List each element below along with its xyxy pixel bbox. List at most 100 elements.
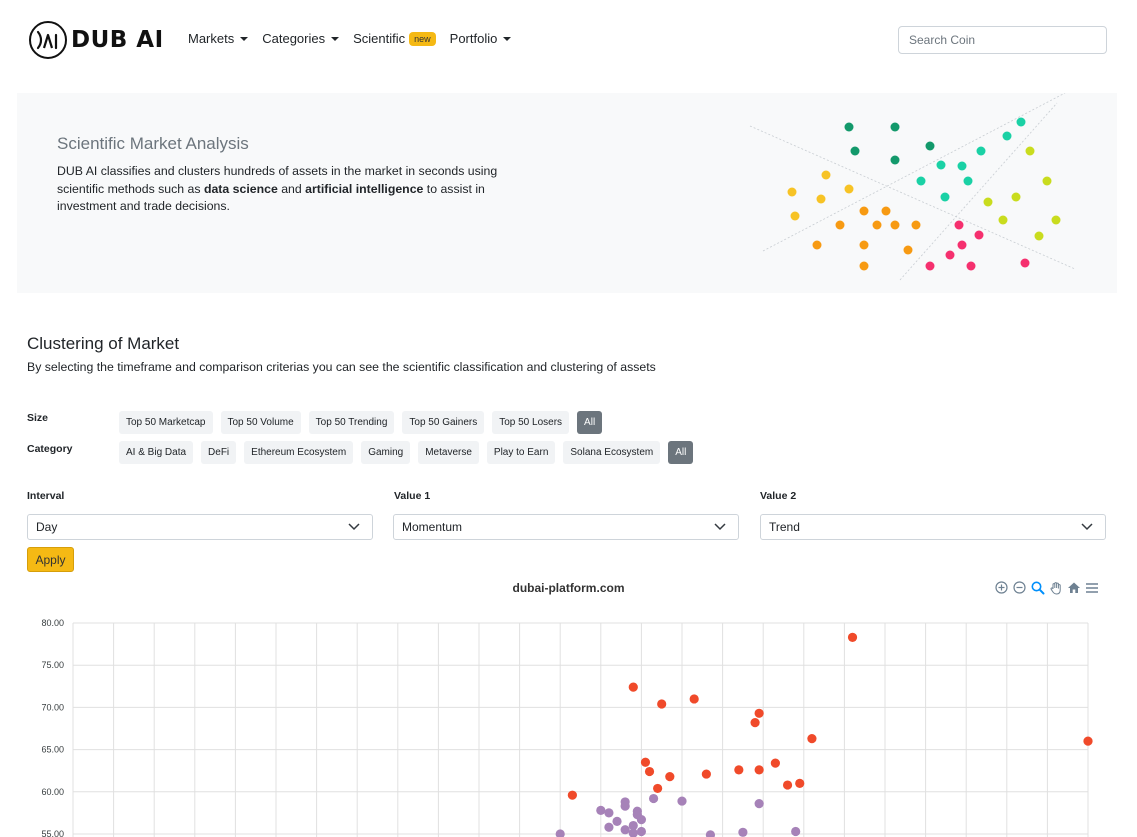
category-chip[interactable]: DeFi <box>201 441 237 464</box>
scatter-point[interactable] <box>657 699 667 709</box>
nav-categories[interactable]: Categories <box>262 31 340 46</box>
y-tick-label: 65.00 <box>41 745 64 755</box>
navbar: DUB AI Markets Categories Scientific new… <box>0 0 1137 80</box>
scatter-point[interactable] <box>689 694 699 704</box>
chevron-down-icon <box>1081 523 1093 531</box>
interval-select[interactable]: Day <box>27 514 373 540</box>
scatter-point[interactable] <box>734 765 744 775</box>
category-chip[interactable]: Gaming <box>361 441 411 464</box>
hero-dot <box>945 250 955 260</box>
apply-button[interactable]: Apply <box>27 547 74 572</box>
scatter-point[interactable] <box>653 783 663 794</box>
hero-dot <box>916 176 926 186</box>
nav-portfolio[interactable]: Portfolio <box>450 31 512 46</box>
scatter-point[interactable] <box>782 780 793 790</box>
category-chip[interactable]: AI & Big Data <box>119 441 194 464</box>
nav-scientific[interactable]: Scientific new <box>353 31 436 46</box>
scatter-point[interactable] <box>847 632 858 642</box>
scatter-point[interactable] <box>555 829 565 837</box>
y-tick-label: 80.00 <box>41 618 64 628</box>
scatter-point[interactable] <box>1083 736 1093 746</box>
hero-dot <box>890 122 900 132</box>
scatter-point[interactable] <box>648 793 659 804</box>
brand-logo[interactable]: DUB AI <box>29 21 164 59</box>
scatter-point[interactable] <box>705 830 716 837</box>
chart-grid <box>72 622 1089 837</box>
hero-dot <box>844 122 854 132</box>
scatter-point[interactable] <box>604 808 614 818</box>
hero-banner: Scientific Market Analysis DUB AI classi… <box>17 93 1117 293</box>
scatter-point[interactable] <box>701 769 711 779</box>
scatter-point[interactable] <box>665 772 675 782</box>
scatter-point[interactable] <box>677 796 687 806</box>
pan-hand-icon[interactable] <box>1048 580 1063 595</box>
scatter-chart: 80.00 75.00 70.00 65.00 60.00 55.00 <box>41 618 1093 837</box>
hero-dot <box>1002 131 1012 141</box>
caret-down-icon <box>503 36 512 41</box>
zoom-out-icon[interactable] <box>1012 580 1027 595</box>
size-chip[interactable]: Top 50 Gainers <box>402 411 485 434</box>
scatter-point[interactable] <box>795 778 805 788</box>
hero-dot <box>844 184 854 194</box>
scatter-point[interactable] <box>567 790 577 800</box>
scatter-point[interactable] <box>644 766 655 777</box>
size-chip[interactable]: Top 50 Marketcap <box>119 411 213 434</box>
scatter-point[interactable] <box>754 765 764 775</box>
main-nav: Markets Categories Scientific new Portfo… <box>188 31 525 46</box>
hero-dot <box>821 170 831 180</box>
search-input[interactable] <box>898 26 1107 54</box>
size-chip[interactable]: Top 50 Volume <box>220 411 301 434</box>
size-chip[interactable]: Top 50 Trending <box>308 411 395 434</box>
hero-dot <box>957 161 967 171</box>
hero-dot <box>998 215 1008 225</box>
scatter-point[interactable] <box>596 805 606 815</box>
category-chip[interactable]: Metaverse <box>418 441 479 464</box>
new-badge: new <box>409 31 436 46</box>
size-filter-group: Top 50 Marketcap Top 50 Volume Top 50 Tr… <box>119 411 610 434</box>
y-tick-label: 70.00 <box>41 702 64 712</box>
scatter-point[interactable] <box>604 822 614 832</box>
hero-dot <box>881 206 891 216</box>
zoom-in-icon[interactable] <box>994 580 1009 595</box>
scatter-point[interactable] <box>612 816 622 826</box>
scatter-point[interactable] <box>750 717 760 728</box>
size-chip[interactable]: Top 50 Losers <box>492 411 570 434</box>
scatter-point[interactable] <box>738 827 748 837</box>
value1-select[interactable]: Momentum <box>393 514 739 540</box>
scatter-point[interactable] <box>620 801 630 811</box>
hero-dot <box>936 160 946 170</box>
scatter-point[interactable] <box>770 758 780 768</box>
category-label: Category <box>27 443 73 455</box>
scatter-point[interactable] <box>807 734 817 744</box>
hero-dot <box>812 240 822 250</box>
scatter-point[interactable] <box>754 708 764 718</box>
scatter-point[interactable] <box>628 828 638 837</box>
hero-dot <box>1020 258 1030 268</box>
hero-dot <box>925 141 935 151</box>
category-chip[interactable]: Play to Earn <box>486 441 556 464</box>
y-tick-label: 55.00 <box>41 829 64 837</box>
hero-dot <box>1011 192 1021 202</box>
scatter-point[interactable] <box>628 682 638 692</box>
nav-markets[interactable]: Markets <box>188 31 249 46</box>
value2-select[interactable]: Trend <box>760 514 1106 540</box>
size-chip-all[interactable]: All <box>577 411 603 434</box>
hero-dot <box>974 230 984 240</box>
scatter-point[interactable] <box>636 815 647 825</box>
chevron-down-icon <box>714 523 726 531</box>
category-chip-all[interactable]: All <box>668 441 694 464</box>
menu-icon[interactable] <box>1084 580 1099 595</box>
hero-dot <box>835 220 845 230</box>
category-chip[interactable]: Solana Ecosystem <box>563 441 661 464</box>
chart-points <box>555 632 1093 837</box>
scatter-point[interactable] <box>636 826 647 837</box>
scatter-point[interactable] <box>754 799 764 809</box>
interval-label: Interval <box>27 490 65 502</box>
scatter-point[interactable] <box>620 825 630 835</box>
scatter-point[interactable] <box>640 757 651 767</box>
scatter-point[interactable] <box>791 826 801 837</box>
hero-dot <box>966 261 976 271</box>
zoom-select-icon[interactable] <box>1030 580 1045 595</box>
category-chip[interactable]: Ethereum Ecosystem <box>244 441 354 464</box>
home-reset-icon[interactable] <box>1066 580 1081 595</box>
